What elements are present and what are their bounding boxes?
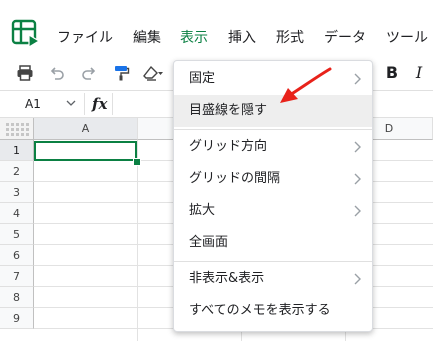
bold-button[interactable]: B xyxy=(384,62,400,84)
menu-tools[interactable]: ツール xyxy=(386,28,428,48)
menu-item-label: 全画面 xyxy=(189,235,229,250)
row-header-2[interactable]: 2 xyxy=(0,161,34,182)
menu-item-label: グリッド方向 xyxy=(189,139,268,154)
menu-item-label: 拡大 xyxy=(189,203,216,218)
row-header-6[interactable]: 6 xyxy=(0,245,34,266)
select-all-icon xyxy=(6,123,29,136)
menu-edit[interactable]: 編集 xyxy=(133,28,161,48)
menu-data[interactable]: データ xyxy=(324,28,366,48)
chevron-right-icon xyxy=(354,173,361,185)
row-header-5[interactable]: 5 xyxy=(0,224,34,245)
menu-item-grid-spacing[interactable]: グリッドの間隔 xyxy=(174,163,372,195)
row-header-8[interactable]: 8 xyxy=(0,287,34,308)
column-header-a[interactable]: A xyxy=(34,118,138,140)
menu-item-zoom[interactable]: 拡大 xyxy=(174,195,372,227)
menu-view[interactable]: 表示 xyxy=(180,28,208,48)
fx-icon: fx xyxy=(92,95,108,113)
menu-item-label: グリッドの間隔 xyxy=(189,171,281,186)
menu-format[interactable]: 形式 xyxy=(276,28,304,48)
grid-line xyxy=(137,140,138,341)
chevron-down-icon[interactable] xyxy=(66,98,76,108)
print-icon[interactable] xyxy=(14,62,36,84)
menu-item-grid-direction[interactable]: グリッド方向 xyxy=(174,131,372,163)
row-header-4[interactable]: 4 xyxy=(0,203,34,224)
menu-item-label: 目盛線を隠す xyxy=(189,103,268,118)
menu-item-fullscreen[interactable]: 全画面 xyxy=(174,227,372,259)
row-header-9[interactable]: 9 xyxy=(0,308,34,329)
menu-bar: ファイル 編集 表示 挿入 形式 データ ツール xyxy=(0,0,433,56)
chevron-right-icon xyxy=(354,73,361,85)
menu-file[interactable]: ファイル xyxy=(57,28,113,48)
cell-reference[interactable]: A1 xyxy=(25,96,41,112)
menu-item-label: すべてのメモを表示する xyxy=(189,303,331,318)
menu-divider xyxy=(174,129,372,130)
chevron-right-icon xyxy=(354,205,361,217)
menu-item-hide-show[interactable]: 非表示&表示 xyxy=(174,263,372,295)
divider xyxy=(84,93,85,115)
app-logo-icon xyxy=(11,19,40,48)
menu-item-label: 固定 xyxy=(189,71,216,86)
undo-icon[interactable] xyxy=(46,62,68,84)
fill-handle[interactable] xyxy=(133,158,141,166)
row-header-1[interactable]: 1 xyxy=(0,140,34,161)
menu-item-label: 非表示&表示 xyxy=(189,271,265,286)
select-all-corner[interactable] xyxy=(0,118,34,140)
active-cell-a1[interactable] xyxy=(34,141,137,161)
paint-format-icon[interactable] xyxy=(110,62,132,84)
row-header-7[interactable]: 7 xyxy=(0,266,34,287)
row-header-3[interactable]: 3 xyxy=(0,182,34,203)
annotation-arrow-icon xyxy=(280,67,332,103)
menu-insert[interactable]: 挿入 xyxy=(228,28,256,48)
italic-button[interactable]: I xyxy=(412,62,426,84)
divider xyxy=(112,93,113,115)
chevron-right-icon xyxy=(354,273,361,285)
redo-icon[interactable] xyxy=(78,62,100,84)
clear-format-icon[interactable] xyxy=(142,62,164,84)
menu-item-show-all-notes[interactable]: すべてのメモを表示する xyxy=(174,295,372,327)
chevron-right-icon xyxy=(354,141,361,153)
menu-divider xyxy=(174,261,372,262)
